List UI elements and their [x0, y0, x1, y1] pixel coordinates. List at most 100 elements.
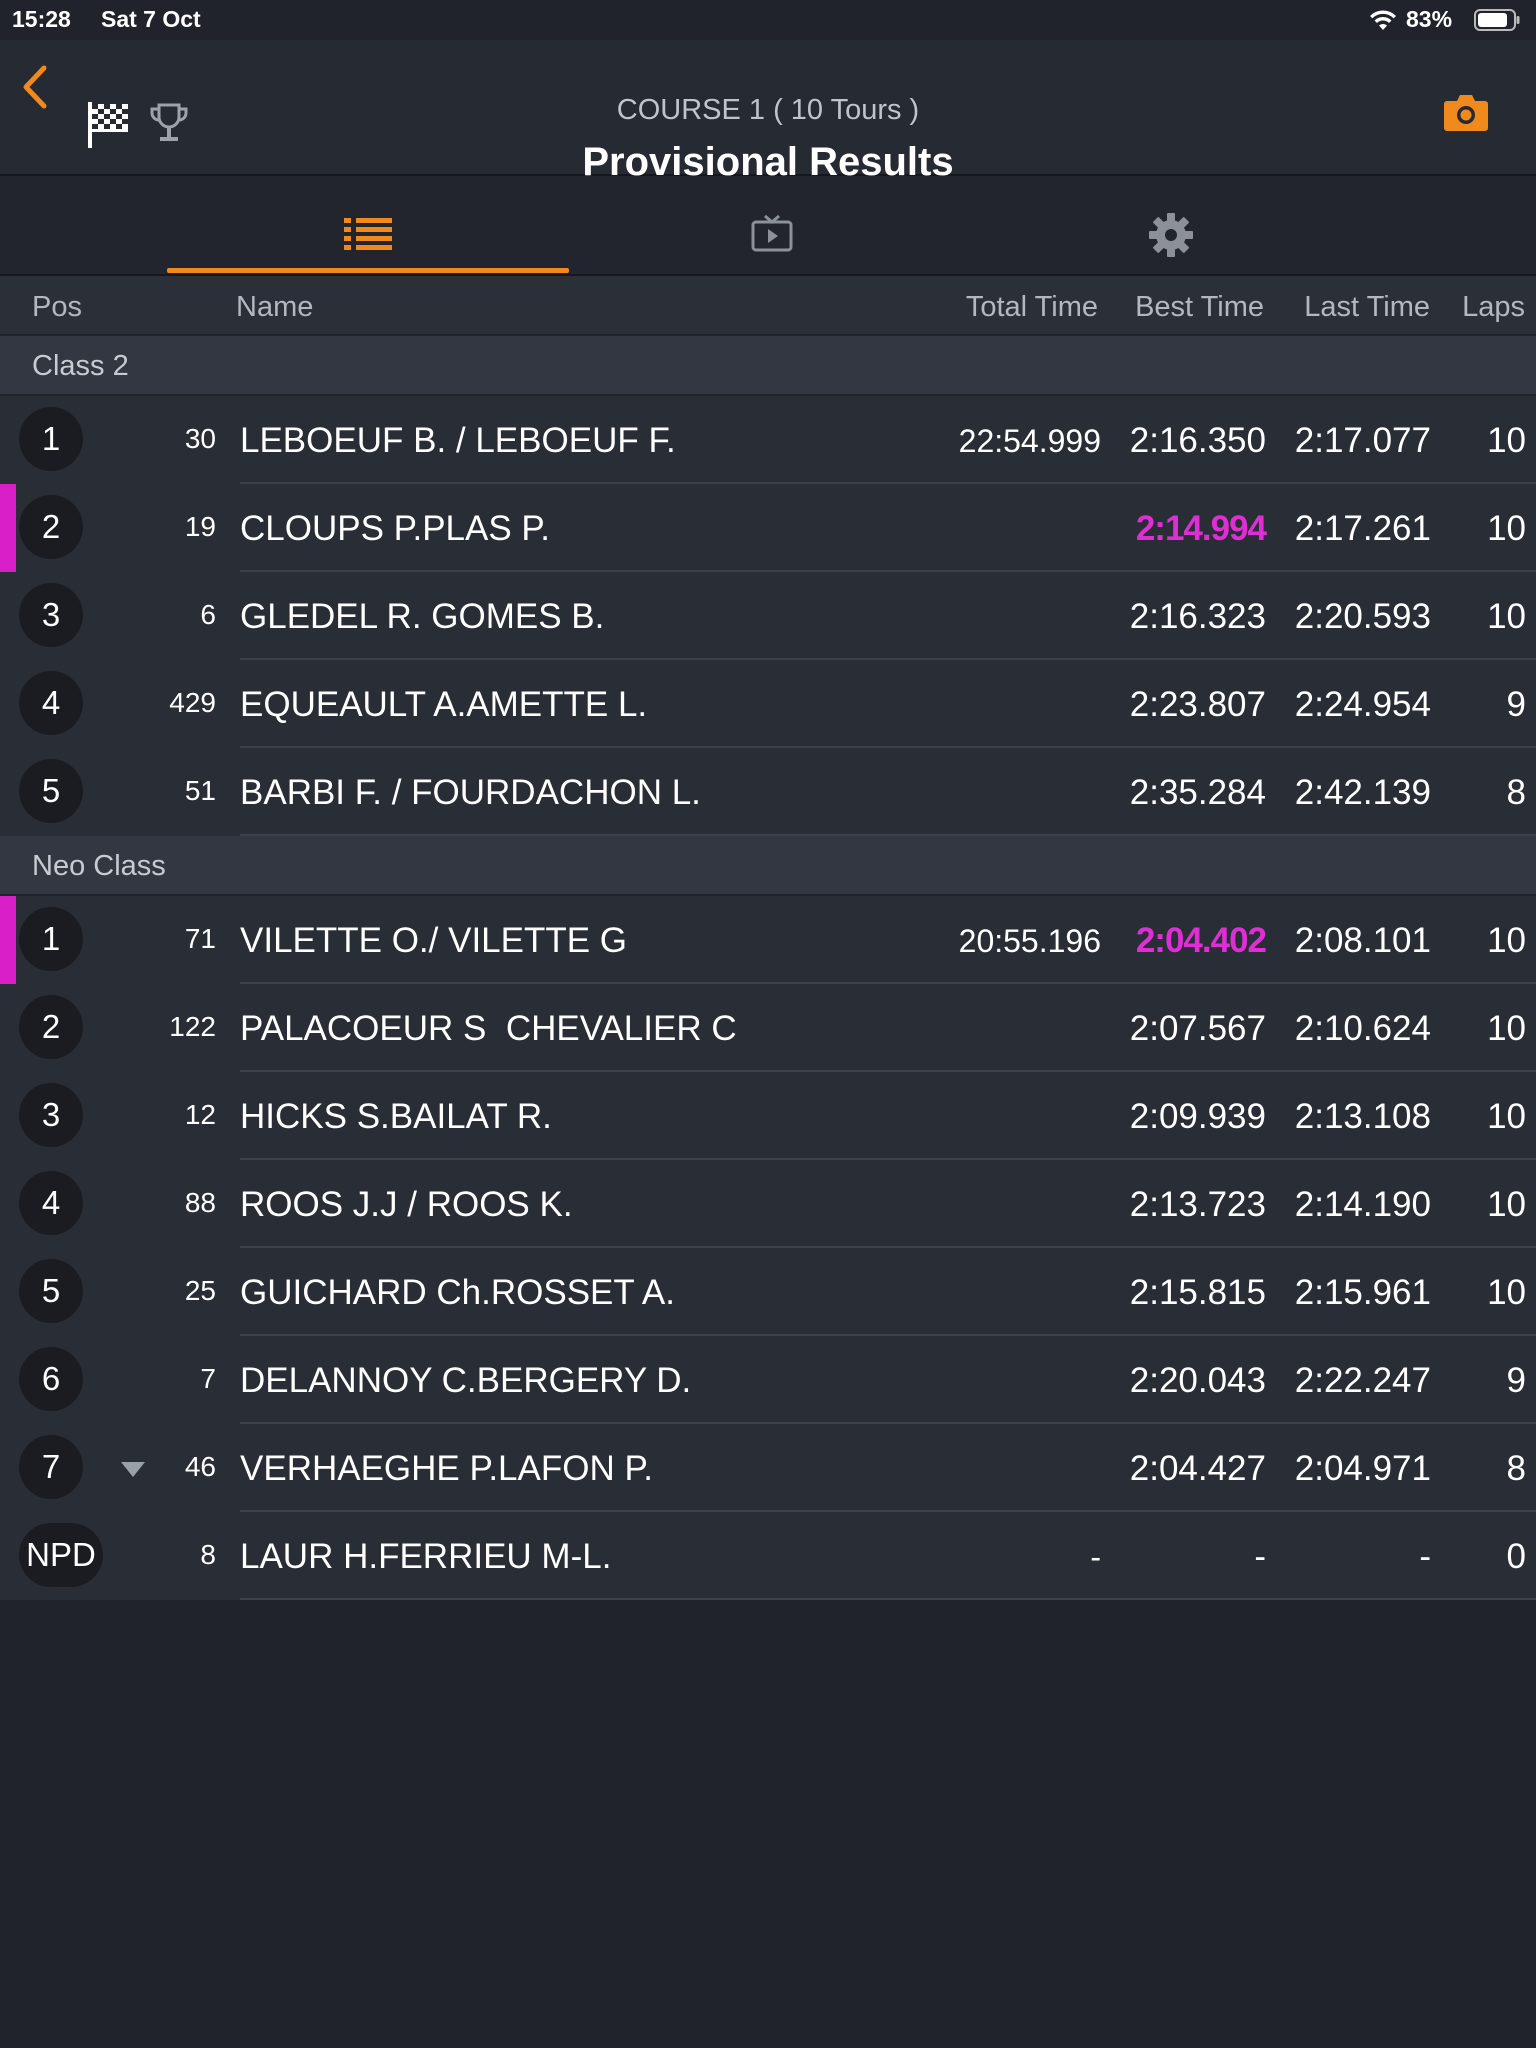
last-time: 2:22.247 — [1294, 1361, 1431, 1400]
driver-names: GUICHARD Ch.ROSSET A. — [240, 1273, 676, 1312]
driver-names: VILETTE O./ VILETTE G — [240, 921, 628, 960]
last-time: 2:10.624 — [1294, 1009, 1431, 1048]
result-row[interactable]: 7 46 VERHAEGHE P.LAFON P. 2:04.427 2:04.971 8 — [0, 1424, 1536, 1512]
total-time: - — [1090, 1539, 1101, 1575]
status-time: 15:28 — [12, 6, 71, 32]
car-number: 6 — [200, 599, 216, 630]
col-laps: Laps — [1462, 291, 1525, 323]
position-badge: 3 — [19, 1083, 83, 1147]
best-time: 2:35.284 — [1129, 773, 1266, 812]
laps-count: 0 — [1506, 1537, 1526, 1576]
result-row[interactable]: 4 88 ROOS J.J / ROOS K. 2:13.723 2:14.190 10 — [0, 1160, 1536, 1248]
best-time: 2:13.723 — [1129, 1185, 1266, 1224]
laps-count: 10 — [1487, 421, 1526, 460]
result-row[interactable]: 2 122 PALACOEUR S CHEVALIER C 2:07.567 2:10.… — [0, 984, 1536, 1072]
best-time: 2:16.350 — [1129, 421, 1266, 460]
tab-settings[interactable] — [970, 176, 1372, 274]
active-tab-indicator — [167, 268, 569, 273]
col-total-time: Total Time — [965, 291, 1098, 323]
gear-icon — [1149, 213, 1193, 257]
laps-count: 10 — [1487, 597, 1526, 636]
position-badge: 5 — [19, 759, 83, 823]
last-time: 2:04.971 — [1294, 1449, 1431, 1488]
driver-names: HICKS S.BAILAT R. — [240, 1097, 552, 1136]
driver-names: PALACOEUR S CHEVALIER C — [240, 1009, 737, 1048]
best-time: 2:07.567 — [1129, 1009, 1266, 1048]
position-badge: 3 — [19, 583, 83, 647]
car-number: 7 — [200, 1363, 216, 1394]
result-row[interactable]: 1 30 LEBOEUF B. / LEBOEUF F. 22:54.999 2:16.… — [0, 396, 1536, 484]
car-number: 19 — [184, 511, 216, 542]
driver-names: BARBI F. / FOURDACHON L. — [240, 773, 701, 812]
column-header: Pos Name Total Time Best Time Last Time … — [0, 276, 1536, 334]
car-number: 25 — [184, 1275, 216, 1306]
section-label: Class 2 — [32, 350, 129, 382]
wifi-icon — [1370, 10, 1396, 30]
last-time: 2:14.190 — [1294, 1185, 1431, 1224]
result-row[interactable]: 4 429 EQUEAULT A.AMETTE L. 2:23.807 2:24.954… — [0, 660, 1536, 748]
driver-names: GLEDEL R. GOMES B. — [240, 597, 605, 636]
car-number: 30 — [184, 423, 216, 454]
driver-names: CLOUPS P.PLAS P. — [240, 509, 550, 548]
best-time: 2:09.939 — [1129, 1097, 1266, 1136]
col-best-time: Best Time — [1135, 291, 1264, 323]
tab-video[interactable] — [571, 176, 973, 274]
best-lap-marker — [0, 484, 16, 572]
last-time: 2:24.954 — [1294, 685, 1431, 724]
position-badge: 1 — [19, 907, 83, 971]
camera-icon[interactable] — [1443, 92, 1489, 132]
col-pos: Pos — [32, 291, 82, 323]
position-down-icon — [121, 1462, 145, 1477]
best-time: 2:04.402 — [1135, 921, 1267, 960]
last-time: 2:15.961 — [1294, 1273, 1431, 1312]
race-subtitle: COURSE 1 ( 10 Tours ) — [616, 94, 920, 126]
last-time: 2:20.593 — [1294, 597, 1431, 636]
status-bar: 15:28 Sat 7 Oct 83% — [0, 0, 1536, 40]
position-badge: 4 — [19, 671, 83, 735]
status-date: Sat 7 Oct — [101, 6, 201, 32]
last-time: 2:17.077 — [1294, 421, 1431, 460]
result-row[interactable]: 5 51 BARBI F. / FOURDACHON L. 2:35.284 2:42.… — [0, 748, 1536, 836]
best-time: - — [1254, 1537, 1266, 1576]
best-time: 2:20.043 — [1129, 1361, 1266, 1400]
position-badge: 5 — [19, 1259, 83, 1323]
laps-count: 10 — [1487, 1097, 1526, 1136]
car-number: 429 — [169, 687, 216, 718]
result-row[interactable]: 3 12 HICKS S.BAILAT R. 2:09.939 2:13.108 10 — [0, 1072, 1536, 1160]
car-number: 51 — [184, 775, 216, 806]
position-badge: 2 — [19, 995, 83, 1059]
laps-count: 9 — [1506, 685, 1526, 724]
car-number: 88 — [184, 1187, 216, 1218]
laps-count: 10 — [1487, 1185, 1526, 1224]
driver-names: LAUR H.FERRIEU M-L. — [240, 1537, 612, 1576]
laps-count: 8 — [1506, 773, 1526, 812]
result-row[interactable]: 1 71 VILETTE O./ VILETTE G 20:55.196 2:04.40… — [0, 896, 1536, 984]
position-badge: 6 — [19, 1347, 83, 1411]
laps-count: 8 — [1506, 1449, 1526, 1488]
total-time: 22:54.999 — [958, 423, 1101, 459]
result-row[interactable]: 3 6 GLEDEL R. GOMES B. 2:16.323 2:20.593 10 — [0, 572, 1536, 660]
list-icon — [344, 218, 392, 250]
result-row[interactable]: 6 7 DELANNOY C.BERGERY D. 2:20.043 2:22.247 9 — [0, 1336, 1536, 1424]
driver-names: EQUEAULT A.AMETTE L. — [240, 685, 648, 724]
position-badge: 1 — [19, 407, 83, 471]
laps-count: 10 — [1487, 921, 1526, 960]
result-row[interactable]: 5 25 GUICHARD Ch.ROSSET A. 2:15.815 2:15.961… — [0, 1248, 1536, 1336]
row-divider — [240, 1598, 1536, 1600]
battery-icon — [1474, 9, 1520, 31]
section-header: Class 2 — [0, 336, 1536, 394]
driver-names: LEBOEUF B. / LEBOEUF F. — [240, 421, 676, 460]
result-row[interactable]: NPD 8 LAUR H.FERRIEU M-L. - - - 0 — [0, 1512, 1536, 1600]
tab-results-list[interactable] — [167, 176, 569, 274]
section-label: Neo Class — [32, 850, 166, 882]
result-row[interactable]: 2 19 CLOUPS P.PLAS P. 2:14.994 2:17.261 10 — [0, 484, 1536, 572]
battery-percent: 83% — [1406, 6, 1453, 32]
best-time: 2:14.994 — [1135, 509, 1267, 548]
col-last-time: Last Time — [1304, 291, 1430, 323]
driver-names: VERHAEGHE P.LAFON P. — [240, 1449, 654, 1488]
driver-names: ROOS J.J / ROOS K. — [240, 1185, 573, 1224]
tab-bar — [0, 176, 1536, 276]
car-number: 46 — [184, 1451, 216, 1482]
best-time: 2:16.323 — [1129, 597, 1266, 636]
total-time: 20:55.196 — [958, 923, 1101, 959]
